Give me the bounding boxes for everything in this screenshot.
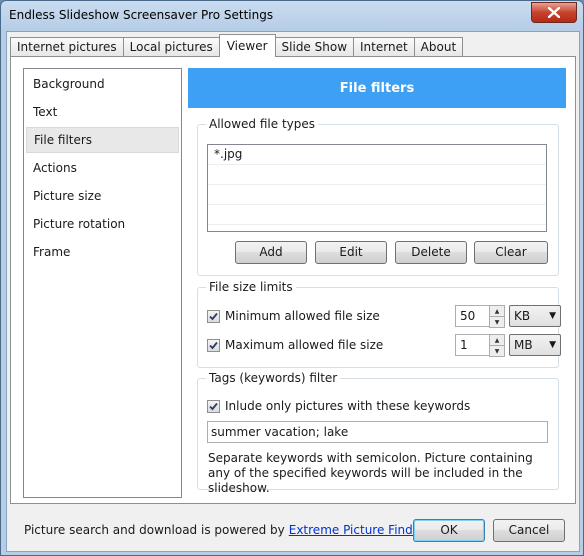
list-item-empty bbox=[208, 165, 546, 185]
close-icon bbox=[548, 7, 560, 18]
file-types-list[interactable]: *.jpg bbox=[207, 144, 547, 232]
tab-slide-show[interactable]: Slide Show bbox=[274, 37, 355, 57]
spin-up-icon[interactable]: ▲ bbox=[490, 335, 504, 346]
checkmark-icon bbox=[209, 341, 218, 349]
settings-window: Endless Slideshow Screensaver Pro Settin… bbox=[0, 0, 584, 556]
min-size-spinner[interactable]: ▲ ▼ bbox=[489, 305, 505, 328]
add-button[interactable]: Add bbox=[235, 241, 307, 264]
sidebar-item-picture-size[interactable]: Picture size bbox=[26, 183, 179, 209]
edit-button[interactable]: Edit bbox=[315, 241, 387, 264]
checkmark-icon bbox=[209, 402, 218, 410]
max-size-label: Maximum allowed file size bbox=[225, 338, 384, 352]
dialog-client: Internet pictures Local pictures Viewer … bbox=[6, 31, 580, 552]
title-bar[interactable]: Endless Slideshow Screensaver Pro Settin… bbox=[1, 1, 583, 31]
cancel-button[interactable]: Cancel bbox=[493, 519, 565, 542]
tab-internet-pictures[interactable]: Internet pictures bbox=[10, 37, 124, 57]
min-size-label: Minimum allowed file size bbox=[225, 309, 380, 323]
sidebar-item-file-filters[interactable]: File filters bbox=[26, 127, 179, 153]
ok-button[interactable]: OK bbox=[413, 519, 485, 542]
dropdown-arrow-icon: ▼ bbox=[549, 340, 556, 350]
keywords-input[interactable]: summer vacation; lake bbox=[207, 421, 548, 443]
max-size-unit-value: MB bbox=[514, 338, 533, 352]
sidebar-item-background[interactable]: Background bbox=[26, 71, 179, 97]
allowed-file-types-label: Allowed file types bbox=[206, 117, 318, 131]
list-item-empty bbox=[208, 205, 546, 225]
allowed-file-types-group: Allowed file types *.jpg Add Edit Delete… bbox=[197, 117, 559, 276]
tab-strip: Internet pictures Local pictures Viewer … bbox=[10, 34, 464, 57]
list-item[interactable]: *.jpg bbox=[208, 145, 546, 165]
min-size-unit-select[interactable]: KB ▼ bbox=[509, 305, 561, 327]
max-size-unit-select[interactable]: MB ▼ bbox=[509, 334, 561, 356]
min-size-input[interactable]: 50 bbox=[455, 305, 491, 327]
tags-checkbox-row: Inlude only pictures with these keywords bbox=[207, 399, 470, 413]
spin-down-icon[interactable]: ▼ bbox=[490, 317, 504, 327]
delete-button[interactable]: Delete bbox=[395, 241, 467, 264]
tab-viewer[interactable]: Viewer bbox=[218, 34, 276, 57]
footer-credit-text: Picture search and download is powered b… bbox=[24, 523, 285, 537]
min-size-unit-value: KB bbox=[514, 309, 531, 323]
tags-checkbox[interactable] bbox=[207, 399, 220, 413]
spin-up-icon[interactable]: ▲ bbox=[490, 306, 504, 317]
max-size-input[interactable]: 1 bbox=[455, 334, 491, 356]
tags-checkbox-label: Inlude only pictures with these keywords bbox=[225, 399, 471, 413]
list-item-empty bbox=[208, 185, 546, 205]
sidebar-item-text[interactable]: Text bbox=[26, 99, 179, 125]
checkmark-icon bbox=[209, 312, 218, 320]
tab-local-pictures[interactable]: Local pictures bbox=[122, 37, 220, 57]
tags-filter-group: Tags (keywords) filter Inlude only pictu… bbox=[197, 371, 559, 495]
section-header: File filters bbox=[188, 68, 566, 108]
max-size-checkbox[interactable] bbox=[207, 338, 220, 352]
max-size-row: Maximum allowed file size bbox=[207, 338, 383, 352]
spin-down-icon[interactable]: ▼ bbox=[490, 346, 504, 356]
min-size-row: Minimum allowed file size bbox=[207, 309, 380, 323]
sidebar-item-frame[interactable]: Frame bbox=[26, 239, 179, 265]
keywords-hint: Separate keywords with semicolon. Pictur… bbox=[208, 451, 533, 495]
sidebar-item-picture-rotation[interactable]: Picture rotation bbox=[26, 211, 179, 237]
min-size-checkbox[interactable] bbox=[207, 309, 220, 323]
dropdown-arrow-icon: ▼ bbox=[549, 311, 556, 321]
window-title: Endless Slideshow Screensaver Pro Settin… bbox=[9, 8, 274, 22]
tab-internet[interactable]: Internet bbox=[353, 37, 415, 57]
file-size-limits-group: File size limits Minimum allowed file si… bbox=[197, 280, 561, 368]
footer-credit: Picture search and download is powered b… bbox=[24, 523, 425, 537]
tab-about[interactable]: About bbox=[413, 37, 464, 57]
viewer-tab-panel: Background Text File filters Actions Pic… bbox=[10, 56, 576, 504]
sidebar-item-actions[interactable]: Actions bbox=[26, 155, 179, 181]
tags-filter-label: Tags (keywords) filter bbox=[206, 371, 341, 385]
close-button[interactable] bbox=[531, 2, 577, 23]
max-size-spinner[interactable]: ▲ ▼ bbox=[489, 334, 505, 357]
extreme-picture-finder-link[interactable]: Extreme Picture Finder bbox=[289, 523, 425, 537]
viewer-category-list: Background Text File filters Actions Pic… bbox=[23, 68, 182, 498]
file-size-limits-label: File size limits bbox=[206, 280, 296, 294]
clear-button[interactable]: Clear bbox=[474, 241, 548, 264]
